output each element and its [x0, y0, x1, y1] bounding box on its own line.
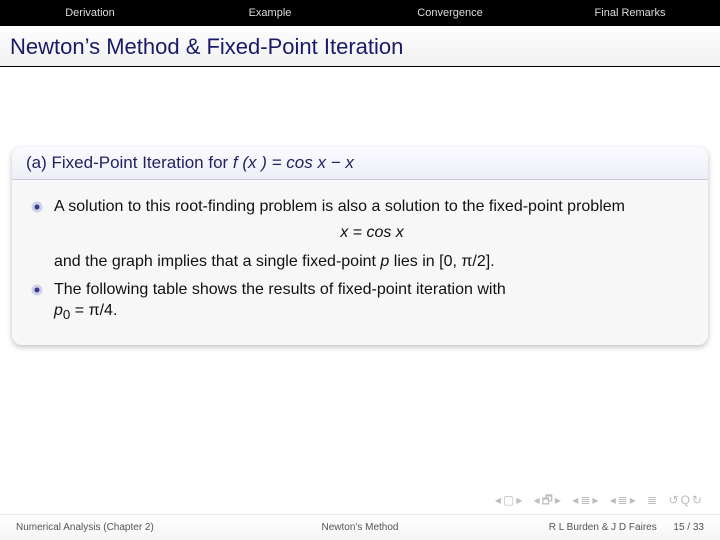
footer-page: 15 / 33: [673, 522, 704, 533]
top-nav: Derivation Example Convergence Final Rem…: [0, 0, 720, 26]
nav-convergence[interactable]: Convergence: [360, 7, 540, 19]
footer-right: R L Burden & J D Faires 15 / 33: [475, 522, 720, 533]
bullet-1-line2-pre: and the graph implies that a single fixe…: [54, 253, 380, 270]
nav-example[interactable]: Example: [180, 7, 360, 19]
bullet-1: A solution to this root-finding problem …: [30, 196, 690, 273]
variable-p: p: [380, 253, 389, 270]
block-header: (a) Fixed-Point Iteration for f (x ) = c…: [12, 147, 708, 180]
block-header-text: (a) Fixed-Point Iteration for: [26, 153, 233, 172]
footer-left: Numerical Analysis (Chapter 2): [0, 522, 245, 533]
frame-title-bar: Newton’s Method & Fixed-Point Iteration: [0, 26, 720, 67]
content-block: (a) Fixed-Point Iteration for f (x ) = c…: [12, 147, 708, 345]
frame-title: Newton’s Method & Fixed-Point Iteration: [10, 34, 710, 60]
bullet-2-line1: The following table shows the results of…: [54, 281, 506, 298]
footer-center: Newton's Method: [245, 522, 474, 533]
bullet-2-line1-post: = π/4.: [70, 302, 117, 319]
block-header-math: f (x ) = cos x − x: [233, 153, 354, 172]
nav-first-icon[interactable]: ◂▢▸: [495, 493, 524, 507]
bullet-1-text: A solution to this root-finding problem …: [54, 196, 690, 273]
footer-author: R L Burden & J D Faires: [549, 522, 657, 533]
variable-p0-p: p: [54, 302, 63, 319]
block-body: A solution to this root-finding problem …: [12, 180, 708, 345]
bullet-icon: [30, 283, 44, 297]
nav-final-remarks[interactable]: Final Remarks: [540, 7, 720, 19]
footer: Numerical Analysis (Chapter 2) Newton's …: [0, 514, 720, 540]
nav-prev-icon[interactable]: ◂🗗▸: [534, 493, 563, 507]
spacer: [0, 67, 720, 147]
bullet-1-line2-post: lies in [0, π/2].: [389, 253, 494, 270]
nav-back-icon[interactable]: ◂≣▸: [572, 493, 600, 507]
equation: x = cos x: [54, 222, 690, 244]
nav-reload-icon[interactable]: ↺Q↻: [669, 493, 704, 507]
nav-fwd-icon[interactable]: ◂≣▸: [610, 493, 638, 507]
bullet-2: The following table shows the results of…: [30, 279, 690, 325]
bullet-2-text: The following table shows the results of…: [54, 279, 690, 325]
nav-goto-icon[interactable]: ≣: [647, 493, 659, 507]
nav-derivation[interactable]: Derivation: [0, 7, 180, 19]
bullet-icon: [30, 200, 44, 214]
bullet-1-line1: A solution to this root-finding problem …: [54, 198, 625, 215]
nav-controls: ◂▢▸ ◂🗗▸ ◂≣▸ ◂≣▸ ≣ ↺Q↻: [493, 491, 706, 512]
